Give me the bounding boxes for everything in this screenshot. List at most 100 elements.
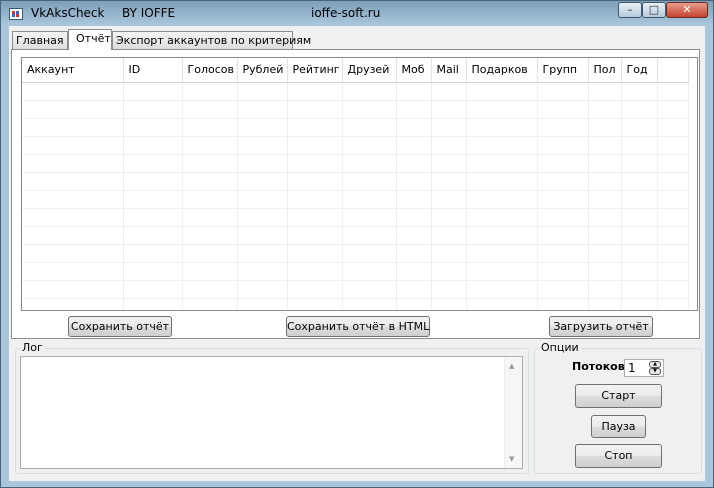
table-cell bbox=[621, 280, 658, 299]
table-row[interactable] bbox=[22, 118, 689, 137]
table-cell bbox=[431, 208, 467, 227]
table-cell bbox=[123, 208, 183, 227]
table-cell bbox=[657, 226, 689, 245]
tab-report[interactable]: Отчёт bbox=[68, 29, 112, 50]
column-header-rating[interactable]: Рейтинг bbox=[287, 58, 343, 83]
column-header-votes[interactable]: Голосов bbox=[182, 58, 238, 83]
column-header-mobile[interactable]: Моб bbox=[396, 58, 432, 83]
column-header-mail[interactable]: Mail bbox=[431, 58, 467, 83]
stop-button[interactable]: Стоп bbox=[575, 444, 662, 468]
column-header-filler bbox=[657, 58, 689, 83]
table-row[interactable] bbox=[22, 262, 689, 281]
column-header-friends[interactable]: Друзей bbox=[342, 58, 397, 83]
table-cell bbox=[182, 118, 238, 137]
table-cell bbox=[588, 118, 622, 137]
table-cell bbox=[237, 82, 288, 101]
table-cell bbox=[537, 172, 589, 191]
table-cell bbox=[588, 190, 622, 209]
column-header-gender[interactable]: Пол bbox=[588, 58, 622, 83]
table-cell bbox=[657, 100, 689, 119]
maximize-button[interactable]: □ bbox=[642, 2, 666, 18]
table-cell bbox=[237, 244, 288, 263]
table-cell bbox=[537, 100, 589, 119]
table-row[interactable] bbox=[22, 100, 689, 119]
close-button[interactable]: ✕ bbox=[666, 2, 708, 18]
app-icon bbox=[9, 8, 23, 20]
table-row[interactable] bbox=[22, 280, 689, 299]
threads-stepper-buttons: ▲ ▼ bbox=[649, 361, 662, 375]
table-cell bbox=[22, 172, 124, 191]
log-textarea[interactable]: ▲ ▼ bbox=[20, 356, 523, 469]
table-cell bbox=[431, 244, 467, 263]
table-cell bbox=[182, 190, 238, 209]
tab-export[interactable]: Экспорт аккаунтов по критериям bbox=[112, 31, 311, 49]
minimize-button[interactable]: – bbox=[618, 2, 642, 18]
table-cell bbox=[431, 190, 467, 209]
table-row[interactable] bbox=[22, 82, 689, 101]
table-row[interactable] bbox=[22, 136, 689, 155]
table-row[interactable] bbox=[22, 244, 689, 263]
table-row[interactable] bbox=[22, 190, 689, 209]
table-cell bbox=[466, 100, 538, 119]
table-cell bbox=[621, 118, 658, 137]
table-cell bbox=[657, 118, 689, 137]
save-html-button[interactable]: Сохранить отчёт в HTML bbox=[286, 316, 430, 337]
table-cell bbox=[287, 190, 343, 209]
table-cell bbox=[342, 280, 397, 299]
table-cell bbox=[657, 208, 689, 227]
log-scrollbar[interactable]: ▲ ▼ bbox=[504, 357, 522, 468]
load-report-button[interactable]: Загрузить отчёт bbox=[549, 316, 653, 337]
table-cell bbox=[342, 208, 397, 227]
table-cell bbox=[287, 244, 343, 263]
table-cell bbox=[182, 298, 238, 310]
minimize-icon: – bbox=[627, 3, 633, 16]
table-cell bbox=[237, 172, 288, 191]
pause-button[interactable]: Пауза bbox=[591, 415, 646, 438]
table-row[interactable] bbox=[22, 298, 689, 310]
table-cell bbox=[466, 226, 538, 245]
table-cell bbox=[182, 226, 238, 245]
tab-main[interactable]: Главная bbox=[12, 31, 68, 49]
title-bar[interactable]: VkAksCheck BY IOFFE ioffe-soft.ru – □ ✕ bbox=[1, 1, 713, 26]
table-cell bbox=[123, 154, 183, 173]
table-cell bbox=[431, 262, 467, 281]
column-header-account[interactable]: Аккаунт bbox=[22, 58, 124, 83]
column-header-id[interactable]: ID bbox=[123, 58, 183, 83]
table-cell bbox=[466, 118, 538, 137]
scroll-up-icon[interactable]: ▲ bbox=[509, 362, 514, 370]
table-cell bbox=[123, 172, 183, 191]
table-cell bbox=[657, 172, 689, 191]
table-cell bbox=[182, 280, 238, 299]
table-cell bbox=[342, 154, 397, 173]
table-cell bbox=[396, 172, 432, 191]
spin-down-icon[interactable]: ▼ bbox=[649, 368, 661, 375]
start-button[interactable]: Старт bbox=[575, 384, 662, 408]
close-icon: ✕ bbox=[682, 3, 692, 16]
table-cell bbox=[287, 226, 343, 245]
table-cell bbox=[123, 100, 183, 119]
column-header-year[interactable]: Год bbox=[621, 58, 658, 83]
threads-stepper[interactable]: 1 ▲ ▼ bbox=[624, 359, 664, 377]
column-header-rubles[interactable]: Рублей bbox=[237, 58, 288, 83]
report-table: Аккаунт ID Голосов Рублей Рейтинг Друзей… bbox=[22, 58, 689, 310]
table-cell bbox=[621, 82, 658, 101]
table-row[interactable] bbox=[22, 208, 689, 227]
table-cell bbox=[22, 298, 124, 310]
table-row[interactable] bbox=[22, 154, 689, 173]
table-cell bbox=[287, 298, 343, 310]
table-cell bbox=[22, 136, 124, 155]
table-row[interactable] bbox=[22, 226, 689, 245]
report-grid[interactable]: Аккаунт ID Голосов Рублей Рейтинг Друзей… bbox=[21, 57, 698, 311]
table-row[interactable] bbox=[22, 172, 689, 191]
save-report-button[interactable]: Сохранить отчёт bbox=[68, 316, 172, 337]
column-header-groups[interactable]: Групп bbox=[537, 58, 589, 83]
table-cell bbox=[22, 244, 124, 263]
table-cell bbox=[22, 208, 124, 227]
scroll-down-icon[interactable]: ▼ bbox=[509, 455, 514, 463]
column-header-gifts[interactable]: Подарков bbox=[466, 58, 538, 83]
table-cell bbox=[22, 100, 124, 119]
table-cell bbox=[657, 280, 689, 299]
spin-up-icon[interactable]: ▲ bbox=[649, 361, 661, 368]
table-cell bbox=[431, 154, 467, 173]
table-cell bbox=[123, 136, 183, 155]
